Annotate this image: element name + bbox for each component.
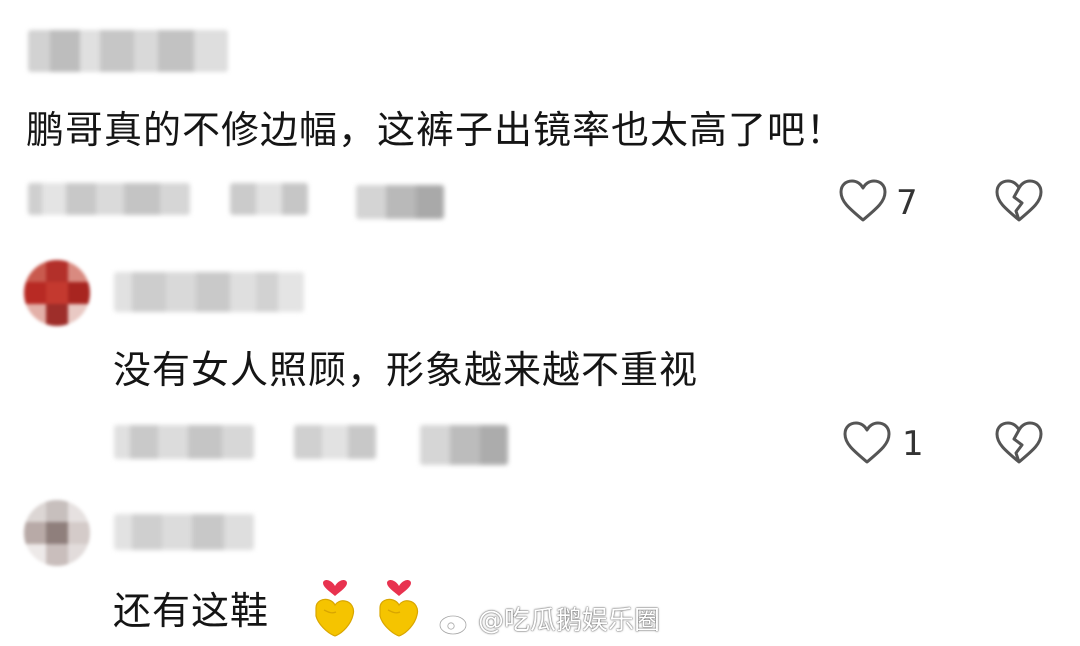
comment-meta-blurred xyxy=(230,183,308,215)
heart-outline-icon[interactable] xyxy=(842,420,892,466)
comment-meta-blurred xyxy=(114,425,254,459)
reply-button-blurred[interactable] xyxy=(356,185,444,219)
comment-meta-blurred xyxy=(28,183,190,215)
broken-heart-icon[interactable] xyxy=(994,178,1044,224)
comment-text: 没有女人照顾，形象越来越不重视 xyxy=(113,348,699,392)
comment-text: 还有这鞋 xyxy=(113,589,270,633)
username-blurred[interactable] xyxy=(28,30,228,72)
username-blurred[interactable] xyxy=(114,272,304,312)
avatar[interactable] xyxy=(24,260,90,326)
username-blurred[interactable] xyxy=(114,514,254,550)
watermark: @吃瓜鹅娱乐圈 xyxy=(438,603,660,639)
comment-text: 鹏哥真的不修边幅，这裤子出镜率也太高了吧！ xyxy=(26,108,846,152)
comment-meta-blurred xyxy=(294,425,376,459)
broken-heart-icon[interactable] xyxy=(994,420,1044,466)
finger-heart-emoji xyxy=(315,579,355,637)
reply-button-blurred[interactable] xyxy=(420,425,508,465)
avatar[interactable] xyxy=(24,500,90,566)
like-count: 1 xyxy=(902,424,924,464)
comment-thread: 鹏哥真的不修边幅，这裤子出镜率也太高了吧！ 7 没有女人照顾，形象越来越不重视 … xyxy=(0,0,1080,646)
weibo-logo-icon xyxy=(438,608,473,636)
watermark-text: @吃瓜鹅娱乐圈 xyxy=(478,606,661,636)
heart-outline-icon[interactable] xyxy=(838,178,888,224)
like-count: 7 xyxy=(896,183,918,223)
finger-heart-emoji xyxy=(379,579,419,637)
